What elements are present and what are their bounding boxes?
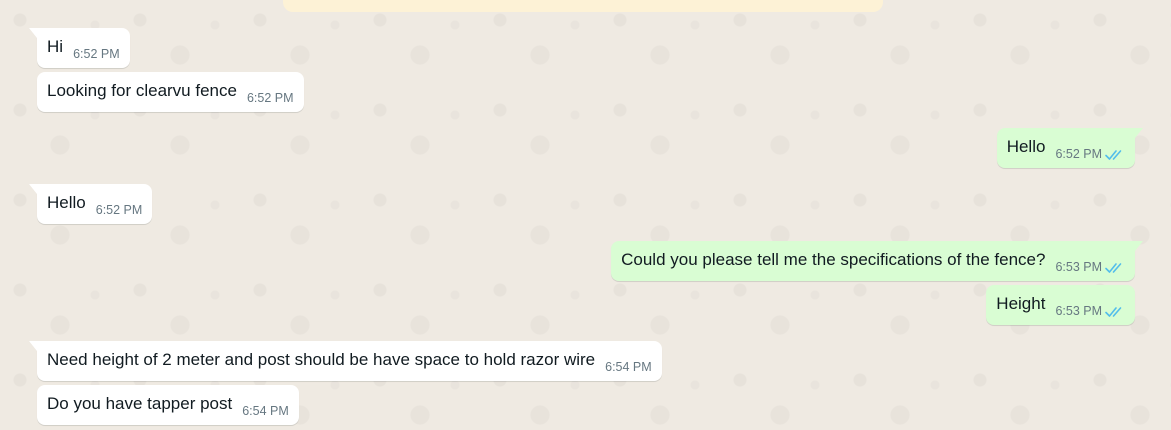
message-text: Do you have tapper post	[47, 394, 233, 413]
message-meta: 6:52 PM	[247, 72, 294, 106]
message-meta: 6:54 PM	[605, 341, 652, 375]
double-check-icon	[1105, 149, 1122, 160]
message-meta: 6:53 PM	[1055, 241, 1125, 275]
message-text: Could you please tell me the specificati…	[621, 250, 1046, 269]
bubble-tail	[29, 28, 37, 38]
message-text: Looking for clearvu fence	[47, 81, 237, 100]
message-text: Hello	[47, 193, 86, 212]
message-bubble-outgoing[interactable]: Could you please tell me the specificati…	[611, 241, 1143, 281]
double-check-icon	[1105, 262, 1122, 273]
message-text: Hello	[1006, 137, 1046, 156]
message-bubble-incoming[interactable]: Do you have tapper post 6:54 PM	[37, 385, 299, 425]
message-meta: 6:53 PM	[1055, 285, 1125, 319]
bubble-tail	[29, 341, 37, 351]
message-time: 6:52 PM	[73, 47, 120, 61]
message-bubble-incoming[interactable]: Hello 6:52 PM	[29, 184, 153, 224]
message-bubble-outgoing[interactable]: Hello 6:52 PM	[996, 128, 1143, 168]
message-time: 6:52 PM	[246, 91, 294, 105]
message-meta: 6:54 PM	[242, 385, 289, 419]
message-time: 6:52 PM	[1055, 147, 1102, 161]
message-time: 6:54 PM	[242, 404, 289, 418]
message-bubble-incoming[interactable]: Looking for clearvu fence 6:52 PM	[37, 72, 304, 112]
message-time: 6:53 PM	[1055, 304, 1102, 318]
message-meta: 6:52 PM	[73, 28, 120, 62]
message-bubble-outgoing[interactable]: Height 6:53 PM	[986, 285, 1135, 325]
bubble-tail	[1135, 241, 1143, 251]
message-meta: 6:52 PM	[1055, 128, 1125, 162]
double-check-icon	[1105, 306, 1122, 317]
bubble-tail	[29, 184, 37, 194]
message-bubble-incoming[interactable]: Need height of 2 meter and post should b…	[29, 341, 662, 381]
message-text: Height	[996, 294, 1046, 313]
message-time: 6:54 PM	[605, 360, 652, 374]
message-text: Need height of 2 meter and post should b…	[47, 350, 596, 369]
encryption-notice-banner[interactable]	[283, 0, 883, 12]
bubble-tail	[1135, 128, 1143, 138]
message-meta: 6:52 PM	[96, 184, 143, 218]
message-time: 6:53 PM	[1055, 260, 1102, 274]
message-text: Hi	[47, 37, 64, 56]
message-bubble-incoming[interactable]: Hi 6:52 PM	[29, 28, 130, 68]
message-time: 6:52 PM	[95, 203, 143, 217]
